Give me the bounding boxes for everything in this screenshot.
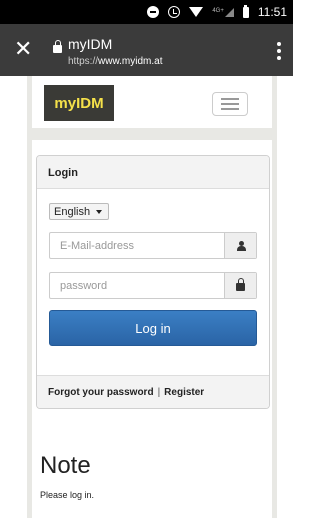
forgot-password-link[interactable]: Forgot your password: [48, 387, 154, 408]
browser-toolbar: ✕ myIDM https://www.myidm.at: [0, 24, 293, 76]
network-type-label: 4G+: [212, 7, 224, 14]
alarm-icon: [168, 6, 181, 18]
site-logo[interactable]: myIDM: [44, 85, 114, 121]
email-field[interactable]: E-Mail-address: [49, 232, 257, 259]
clock: 11:51: [257, 5, 287, 19]
register-link[interactable]: Register: [164, 387, 204, 408]
site-header: myIDM: [32, 76, 272, 128]
page-url[interactable]: https://www.myidm.at: [68, 56, 162, 67]
lock-icon: [53, 40, 62, 53]
close-icon[interactable]: ✕: [14, 38, 36, 60]
login-heading: Login: [37, 156, 269, 189]
url-host: www.myidm.at: [98, 56, 163, 67]
hamburger-menu-button[interactable]: [212, 92, 248, 116]
battery-icon: [242, 4, 249, 18]
url-scheme: https://: [68, 56, 99, 67]
panel-footer: Forgot your password | Register: [37, 375, 269, 408]
chevron-down-icon: [96, 209, 103, 214]
cellular-signal-icon: 4G+: [212, 7, 234, 17]
do-not-disturb-icon: [147, 6, 160, 18]
language-value: English: [54, 205, 91, 218]
footer-separator: |: [157, 387, 161, 398]
login-button[interactable]: Log in: [49, 310, 257, 346]
wifi-icon: [189, 7, 204, 17]
lock-icon: [224, 273, 256, 298]
status-bar: 4G+ 11:51: [0, 0, 293, 24]
note-text: Please log in.: [40, 490, 95, 500]
note-heading: Note: [40, 452, 91, 479]
page-title[interactable]: myIDM: [68, 36, 112, 52]
language-select[interactable]: English: [49, 203, 110, 220]
password-field[interactable]: password: [49, 272, 257, 299]
login-panel: Login English E-Mail-address password Lo…: [36, 155, 270, 409]
web-page: myIDM Login English E-Mail-address passw…: [0, 76, 293, 518]
email-input[interactable]: E-Mail-address: [50, 233, 224, 258]
password-input[interactable]: password: [50, 273, 224, 298]
overflow-menu-icon[interactable]: [277, 42, 281, 60]
user-icon: [224, 233, 256, 258]
